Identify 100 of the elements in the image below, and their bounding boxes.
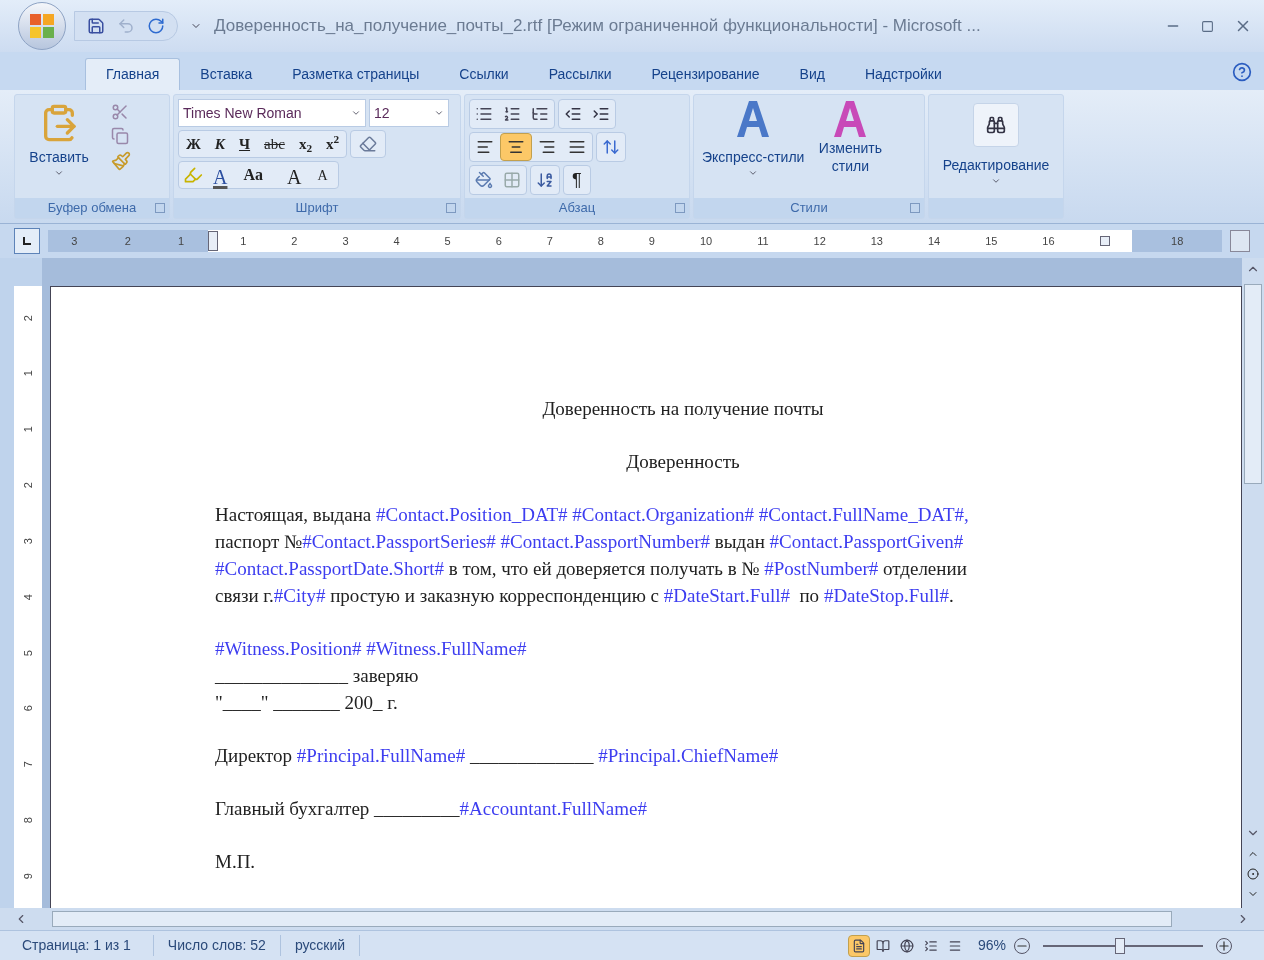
ribbon-tab[interactable]: Надстройки: [844, 58, 962, 90]
format-button[interactable]: Ч: [232, 131, 258, 157]
ruler-number: 3: [71, 233, 78, 249]
font-color-button[interactable]: A: [207, 162, 234, 188]
help-icon[interactable]: [1232, 62, 1252, 82]
merge-field: #Contact.PassportGiven#: [769, 531, 964, 552]
view-button[interactable]: [847, 934, 870, 957]
ribbon-tab[interactable]: Разметка страницы: [272, 58, 440, 90]
align-icon: [568, 138, 586, 156]
format-button[interactable]: Ж: [179, 131, 208, 157]
ruler-number: 5: [444, 233, 451, 249]
ribbon-tab[interactable]: Вид: [779, 58, 845, 90]
ruler-number: 4: [393, 233, 400, 249]
caret-icon: [54, 168, 64, 178]
ruler-number: 9: [20, 872, 35, 880]
maximize-icon[interactable]: [1201, 19, 1214, 33]
ruler-number: 1: [178, 233, 185, 249]
grid-icon: [503, 171, 521, 189]
ribbon-tab[interactable]: Вставка: [180, 58, 273, 90]
window-title: Доверенность_на_получение_почты_2.rtf [Режим ограниченной функциональности] - Microsoft ...: [214, 15, 981, 38]
eraser-icon: [359, 135, 378, 153]
page-count[interactable]: Страница: 1 из 1: [0, 935, 154, 956]
ribbon-tab[interactable]: Главная: [85, 58, 181, 90]
indent-marker-icon[interactable]: [207, 231, 218, 251]
merge-field: #PostNumber#: [764, 558, 879, 579]
view-icon: [899, 938, 914, 953]
ruler-number: 5: [20, 649, 35, 656]
change-case-button[interactable]: Aa: [237, 162, 269, 188]
clear-formatting-button[interactable]: [350, 130, 387, 158]
ruler-number: 3: [342, 233, 349, 249]
office-button[interactable]: [18, 2, 66, 50]
merge-field: #Principal.ChiefName#: [598, 745, 779, 766]
merge-field: #DateStart.Full#: [663, 585, 790, 606]
font-size-field[interactable]: 12: [369, 99, 449, 127]
bullet-list-icon: [475, 105, 493, 123]
zoom-slider-thumb[interactable]: [1114, 937, 1125, 954]
ruler-number: 15: [985, 233, 998, 249]
font-name-field[interactable]: Times New Roman: [178, 99, 366, 127]
ruler-number: 7: [546, 233, 553, 249]
document-text: Главный бухгалтер _________: [215, 798, 460, 819]
view-icon: [947, 938, 962, 953]
document-text: "____" _______ 200_ г.: [215, 692, 398, 713]
change-styles-button[interactable]: Изменить стили: [808, 99, 893, 198]
document-text: связи г.: [215, 585, 274, 606]
cut-icon[interactable]: [111, 103, 129, 121]
tab-selector-icon[interactable]: [14, 228, 40, 254]
align-button[interactable]: [500, 133, 532, 161]
vertical-scrollbar[interactable]: [1242, 258, 1264, 908]
group-label: Шрифт: [295, 199, 339, 218]
caret-icon: [434, 108, 444, 118]
save-icon[interactable]: [87, 17, 105, 35]
numbered-list-icon: [503, 105, 521, 123]
grow-font-button[interactable]: A: [281, 162, 308, 188]
document-text: ______________ заверяю: [215, 665, 419, 686]
format-button[interactable]: abc: [257, 131, 292, 157]
view-icon: [851, 938, 866, 953]
ruler-number: 6: [20, 705, 35, 712]
quick-styles-button[interactable]: Экспресс-стили: [698, 99, 809, 198]
scroll-thumb[interactable]: [1244, 284, 1262, 484]
browse-object-icon[interactable]: [1247, 868, 1259, 880]
line-spacing-icon: [602, 138, 620, 156]
paint-bucket-icon: [475, 171, 493, 189]
ruler-number: 2: [20, 482, 35, 489]
right-indent-marker-icon[interactable]: [1099, 236, 1110, 246]
office-logo-icon: [29, 13, 55, 39]
ruler-number: 3: [20, 538, 35, 545]
show-marks-button[interactable]: ¶: [563, 165, 591, 195]
ribbon-tab[interactable]: Ссылки: [439, 58, 529, 90]
document-text: Доверенность: [626, 451, 740, 472]
format-button[interactable]: x$^{2}$: [319, 131, 347, 157]
document-text: _____________: [468, 745, 595, 766]
quick-styles-icon: [736, 99, 771, 139]
group-label: Буфер обмена: [47, 199, 137, 218]
editing-button[interactable]: Редактирование: [933, 99, 1059, 198]
increase-indent-icon: [592, 105, 610, 123]
ruler-number: 10: [699, 233, 713, 249]
document-text: паспорт №: [215, 531, 303, 552]
merge-field: #Principal.FullName#: [296, 745, 466, 766]
zoom-level[interactable]: 96%: [977, 935, 1006, 956]
binoculars-icon: [986, 115, 1006, 135]
scroll-thumb[interactable]: [52, 911, 1172, 927]
shrink-font-button[interactable]: A: [311, 162, 334, 188]
view-ruler-icon[interactable]: [1230, 230, 1250, 252]
format-button[interactable]: x$_{2}$: [291, 131, 319, 157]
document-text: Настоящая, выдана: [215, 504, 373, 525]
format-button[interactable]: К: [207, 131, 233, 157]
caret-icon: [748, 168, 759, 178]
merge-field: #Contact.Position_DAT# #Contact.Organization# #Contact.FullName_DAT#,: [376, 504, 969, 525]
language-indicator[interactable]: русский: [280, 935, 361, 956]
ribbon-tab[interactable]: Рассылки: [528, 58, 632, 90]
ruler-number: 2: [20, 314, 35, 321]
caret-icon: [351, 108, 361, 118]
redo-icon[interactable]: [147, 17, 165, 35]
paste-button[interactable]: Вставить: [19, 99, 99, 198]
horizontal-scrollbar[interactable]: [0, 908, 1264, 930]
word-count[interactable]: Число слов: 52: [153, 935, 281, 956]
ruler-number: 12: [813, 233, 826, 249]
ribbon-tab[interactable]: Рецензирование: [631, 58, 780, 90]
copy-icon[interactable]: [111, 127, 129, 145]
ruler-number: 2: [291, 233, 298, 249]
